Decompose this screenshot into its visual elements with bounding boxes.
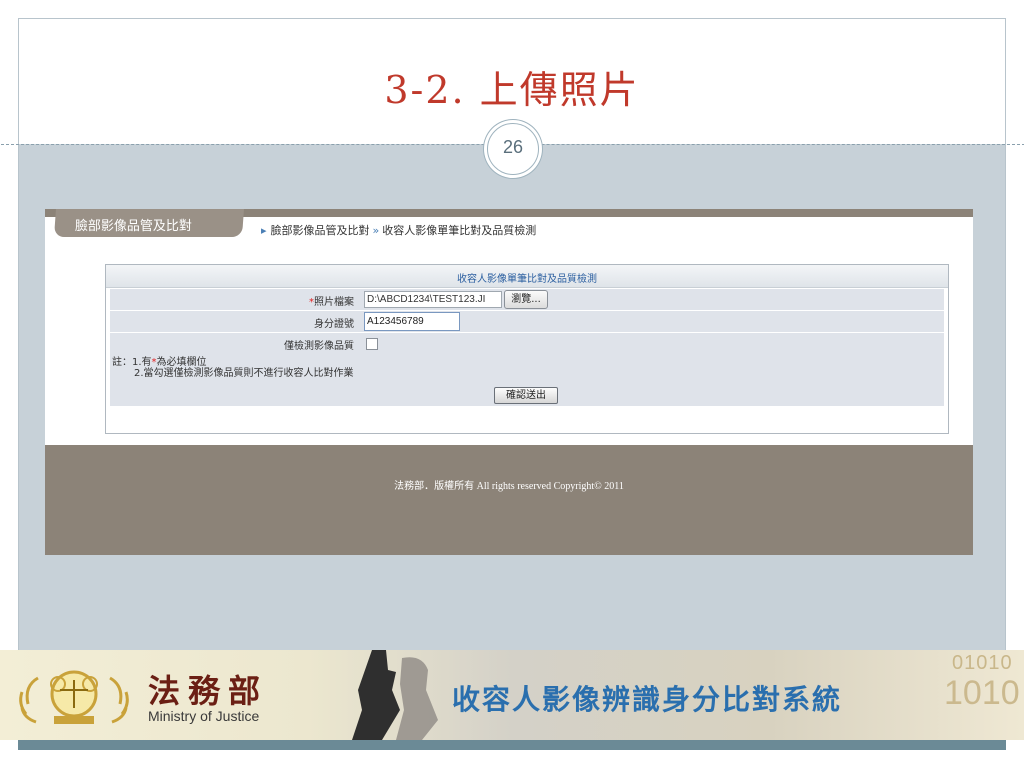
page-number: 26	[502, 137, 524, 157]
moj-banner: 法務部 Ministry of Justice 收容人影像辨識身分比對系統 01…	[0, 650, 1024, 740]
moj-emblem-icon	[19, 670, 129, 724]
photo-file-label: *照片檔案	[309, 297, 354, 308]
system-title: 收容人影像辨識身分比對系統	[452, 683, 843, 716]
quality-only-checkbox[interactable]	[366, 338, 378, 350]
row-id-number: 身分證號 A123456789	[110, 311, 944, 333]
note-line-2: 2.當勾選僅檢測影像品質則不進行收容人比對作業	[134, 368, 354, 379]
person-silhouette-icon	[352, 650, 438, 740]
slide-title: 3-2. 上傳照片	[384, 68, 640, 112]
slide-frame: 3-2. 上傳照片 26 臉部影像品管及比對 ▸ 臉部影像品管及比對» 收容人影像單…	[1, 18, 1024, 750]
breadcrumb-arrow-icon: ▸	[261, 224, 267, 237]
submit-button[interactable]: 確認送出	[494, 387, 558, 404]
page-number-badge: 26	[487, 123, 539, 175]
app-footer-bar	[45, 445, 973, 555]
tab-face-quality[interactable]: 臉部影像品管及比對	[54, 209, 244, 237]
copyright-text: 法務部．版權所有 All rights reserved Copyright© …	[394, 481, 624, 492]
binary-decoration-bottom: 1010	[944, 674, 1020, 712]
row-photo-file: *照片檔案 D:\ABCD1234\TEST123.JI 瀏覽...	[110, 289, 944, 311]
banner-bottom-strip	[18, 740, 1006, 750]
breadcrumb-separator: »	[372, 224, 380, 237]
id-number-input[interactable]: A123456789	[364, 312, 460, 331]
form-title: 收容人影像單筆比對及品質檢測	[457, 274, 597, 285]
app-screenshot: 臉部影像品管及比對 ▸ 臉部影像品管及比對» 收容人影像單筆比對及品質檢測 收容人影…	[45, 209, 973, 555]
breadcrumb-current: 收容人影像單筆比對及品質檢測	[382, 224, 537, 237]
browse-button[interactable]: 瀏覽...	[504, 290, 548, 309]
tab-label: 臉部影像品管及比對	[74, 219, 192, 234]
breadcrumb: ▸ 臉部影像品管及比對» 收容人影像單筆比對及品質檢測	[261, 222, 536, 238]
id-number-label: 身分證號	[314, 319, 354, 330]
binary-decoration-top: 01010	[952, 652, 1013, 674]
breadcrumb-parent[interactable]: 臉部影像品管及比對	[271, 224, 370, 237]
form-notes: 註：1.有*為必填欄位 2.當勾選僅檢測影像品質則不進行收容人比對作業 確認送出	[110, 350, 944, 406]
photo-file-input[interactable]: D:\ABCD1234\TEST123.JI	[364, 291, 502, 308]
comparison-form: 收容人影像單筆比對及品質檢測 *照片檔案 D:\ABCD1234\TEST123…	[105, 264, 949, 434]
form-header: 收容人影像單筆比對及品質檢測	[106, 265, 948, 288]
org-name-en: Ministry of Justice	[148, 708, 260, 724]
org-name-cn: 法務部	[148, 672, 269, 710]
